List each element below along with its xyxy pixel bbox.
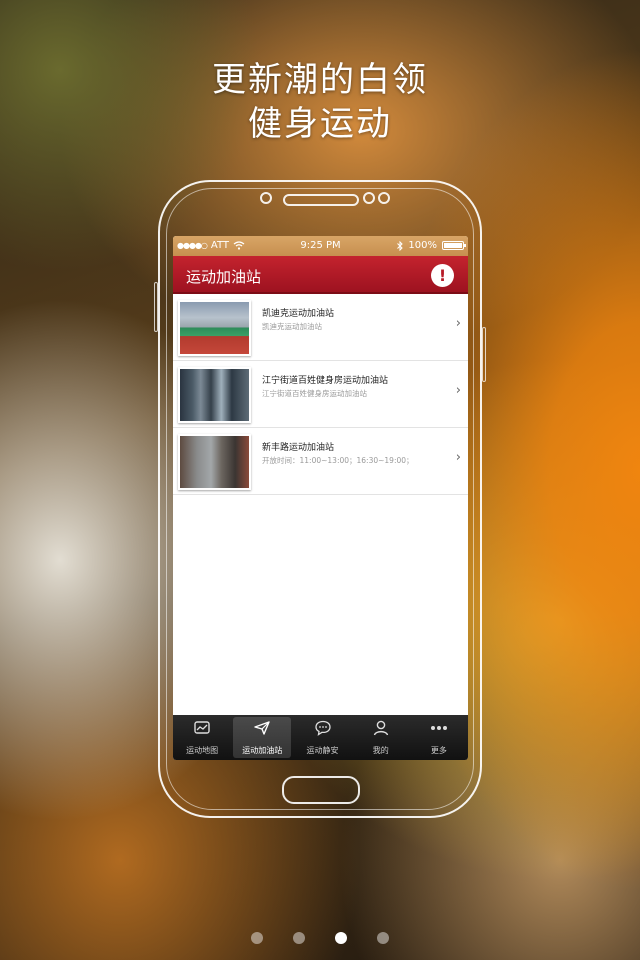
app-header: 运动加油站 !	[173, 256, 468, 294]
chevron-right-icon: ›	[455, 383, 461, 398]
station-description: 开放时间：11:00~13:00；16:30~19:00；	[262, 456, 414, 465]
page-title: 运动加油站	[186, 268, 262, 286]
headline-line-1: 更新潮的白领	[212, 60, 428, 100]
tab-label: 运动加油站	[242, 746, 283, 755]
page-dot[interactable]	[377, 932, 389, 944]
badminton-court-photo	[180, 302, 249, 354]
station-list: 凯迪克运动加油站 凯迪克运动加油站 › 江宁街道百姓健身房运动加油站 江宁街道百…	[173, 294, 468, 495]
tab-mine[interactable]: 我的	[352, 715, 410, 760]
tab-sports-jingan[interactable]: 运动静安	[293, 715, 351, 760]
volume-button	[154, 282, 158, 332]
front-camera-icon	[260, 192, 272, 204]
light-sensor-icon	[378, 192, 390, 204]
bottom-tab-bar: 运动地图 运动加油站 运动静安 我的 更多	[173, 715, 468, 760]
battery-percent: 100%	[408, 240, 437, 251]
station-list-item[interactable]: 新丰路运动加油站 开放时间：11:00~13:00；16:30~19:00； ›	[173, 428, 468, 495]
chevron-right-icon: ›	[455, 450, 461, 465]
station-list-item[interactable]: 江宁街道百姓健身房运动加油站 江宁街道百姓健身房运动加油站 ›	[173, 361, 468, 428]
headline: 更新潮的白领 健身运动	[0, 58, 640, 146]
station-thumbnail	[178, 434, 251, 490]
page-dot-active[interactable]	[335, 932, 347, 944]
more-dots-icon	[430, 726, 447, 730]
person-icon	[373, 720, 388, 736]
map-chart-icon	[194, 721, 210, 734]
battery-icon	[442, 241, 466, 250]
chat-bubble-icon	[314, 720, 331, 736]
station-name: 新丰路运动加油站	[262, 443, 335, 453]
tab-label: 我的	[372, 746, 389, 755]
proximity-sensor-icon	[363, 192, 375, 204]
headline-line-2: 健身运动	[248, 104, 392, 144]
station-list-item[interactable]: 凯迪克运动加油站 凯迪克运动加油站 ›	[173, 294, 468, 361]
tab-sports-map[interactable]: 运动地图	[173, 715, 231, 760]
station-name: 凯迪克运动加油站	[262, 309, 335, 319]
station-thumbnail	[178, 300, 251, 356]
power-button	[482, 327, 486, 382]
page-dot[interactable]	[251, 932, 263, 944]
tab-more[interactable]: 更多	[410, 715, 468, 760]
station-name: 江宁街道百姓健身房运动加油站	[262, 376, 389, 386]
tab-label: 运动地图	[186, 746, 219, 755]
station-thumbnail	[178, 367, 251, 423]
tab-label: 更多	[430, 746, 447, 755]
home-button[interactable]	[282, 776, 360, 804]
page-indicator	[0, 932, 640, 944]
chevron-right-icon: ›	[455, 316, 461, 331]
page-dot[interactable]	[293, 932, 305, 944]
alert-icon[interactable]: !	[431, 264, 454, 287]
station-description: 江宁街道百姓健身房运动加油站	[262, 389, 367, 398]
earpiece-speaker	[283, 194, 359, 206]
fitness-room-photo	[180, 436, 249, 488]
bluetooth-icon	[397, 240, 404, 251]
status-bar: ●●●●○ ATT 9:25 PM 100%	[173, 236, 468, 256]
phone-screen: ●●●●○ ATT 9:25 PM 100% 运动加油站 ! 凯迪克运动加油站	[173, 236, 468, 760]
tab-sports-station[interactable]: 运动加油站	[233, 717, 292, 758]
gym-photo	[180, 369, 249, 421]
tab-label: 运动静安	[306, 746, 339, 755]
station-description: 凯迪克运动加油站	[262, 322, 322, 331]
paper-plane-icon	[254, 721, 270, 735]
